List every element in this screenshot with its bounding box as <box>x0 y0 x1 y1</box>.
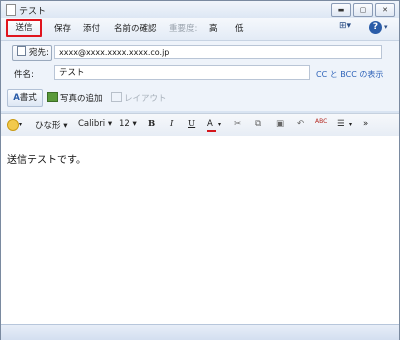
italic-button[interactable]: I <box>170 119 173 129</box>
emoticon-dropdown-icon[interactable]: ▾ <box>19 121 22 128</box>
font-dropdown[interactable]: Calibri ▾ <box>78 119 112 129</box>
send-button[interactable]: 送信 <box>6 19 42 37</box>
undo-icon[interactable]: ↶ <box>297 119 304 129</box>
save-button[interactable]: 保存 <box>54 22 71 34</box>
subject-field[interactable]: テスト <box>54 65 310 80</box>
font-color-swatch <box>207 130 216 132</box>
to-label: 宛先: <box>29 48 49 58</box>
body-text: 送信テストです。 <box>7 155 86 166</box>
photo-icon <box>47 92 58 102</box>
layout-icon <box>111 92 122 102</box>
format-button[interactable]: A書式 <box>7 89 43 107</box>
to-field[interactable]: xxxx@xxxx.xxxx.xxxx.co.jp <box>54 45 382 59</box>
options-row: A書式 写真の追加 レイアウト <box>1 88 399 108</box>
help-dropdown-icon[interactable]: ▾ <box>384 23 388 31</box>
style-dropdown[interactable]: ひな形 ▾ <box>35 119 67 131</box>
paste-icon[interactable]: ▣ <box>276 119 284 129</box>
message-body[interactable]: 送信テストです。 <box>1 136 399 324</box>
attach-button[interactable]: 添付 <box>83 22 100 34</box>
priority-low-button[interactable]: 低 <box>235 22 244 34</box>
list-icon[interactable]: ☰ <box>337 119 345 129</box>
add-photo-button[interactable]: 写真の追加 <box>47 92 103 104</box>
priority-high-button[interactable]: 高 <box>209 22 218 34</box>
main-toolbar: 送信 保存 添付 名前の確認 重要度: 高 低 ⊞▾ ? ▾ <box>1 18 399 41</box>
compose-window: テスト ▬ ▢ ✕ 送信 保存 添付 名前の確認 重要度: 高 低 ⊞▾ ? ▾… <box>0 0 400 340</box>
spell-check-icon[interactable]: ABC <box>315 118 327 125</box>
font-size-dropdown[interactable]: 12 ▾ <box>119 119 137 129</box>
close-button[interactable]: ✕ <box>375 3 395 17</box>
address-book-icon <box>17 46 26 56</box>
to-button[interactable]: 宛先: <box>12 45 52 61</box>
formatting-toolbar: ▾ ひな形 ▾ Calibri ▾ 12 ▾ B I U A ▾ ✂ ⧉ ▣ ↶… <box>1 113 399 137</box>
more-options-icon[interactable]: » <box>363 119 368 129</box>
cut-icon[interactable]: ✂ <box>234 119 241 129</box>
window-title: テスト <box>19 7 47 17</box>
priority-label: 重要度: <box>169 24 198 34</box>
font-color-button[interactable]: A <box>207 119 216 132</box>
message-header: 宛先: xxxx@xxxx.xxxx.xxxx.co.jp 件名: テスト CC… <box>1 41 399 111</box>
underline-button[interactable]: U <box>188 119 195 129</box>
copy-icon[interactable]: ⧉ <box>255 119 261 129</box>
status-bar <box>1 324 399 340</box>
maximize-button[interactable]: ▢ <box>353 3 373 17</box>
check-names-button[interactable]: 名前の確認 <box>114 22 157 34</box>
layout-button[interactable]: レイアウト <box>111 92 167 104</box>
help-icon[interactable]: ? <box>369 21 382 34</box>
view-options-icon[interactable]: ⊞▾ <box>339 21 351 31</box>
font-color-dropdown-icon[interactable]: ▾ <box>218 121 221 128</box>
format-icon: A <box>13 93 20 103</box>
subject-label: 件名: <box>14 70 34 80</box>
emoticon-icon[interactable] <box>7 119 19 131</box>
bold-button[interactable]: B <box>148 119 155 129</box>
window-controls: ▬ ▢ ✕ <box>331 3 395 17</box>
list-dropdown-icon[interactable]: ▾ <box>349 121 352 128</box>
show-cc-bcc-link[interactable]: CC と BCC の表示 <box>316 69 383 80</box>
minimize-button[interactable]: ▬ <box>331 3 351 17</box>
document-icon <box>6 4 16 16</box>
title-bar: テスト ▬ ▢ ✕ <box>1 1 399 18</box>
